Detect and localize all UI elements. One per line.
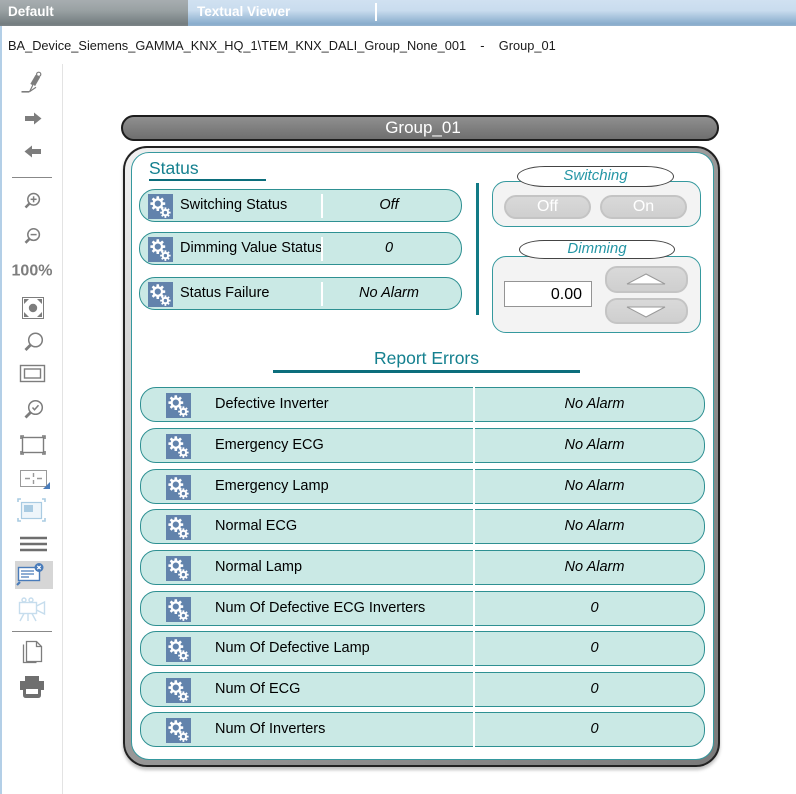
svg-text:100%: 100% (12, 263, 53, 280)
